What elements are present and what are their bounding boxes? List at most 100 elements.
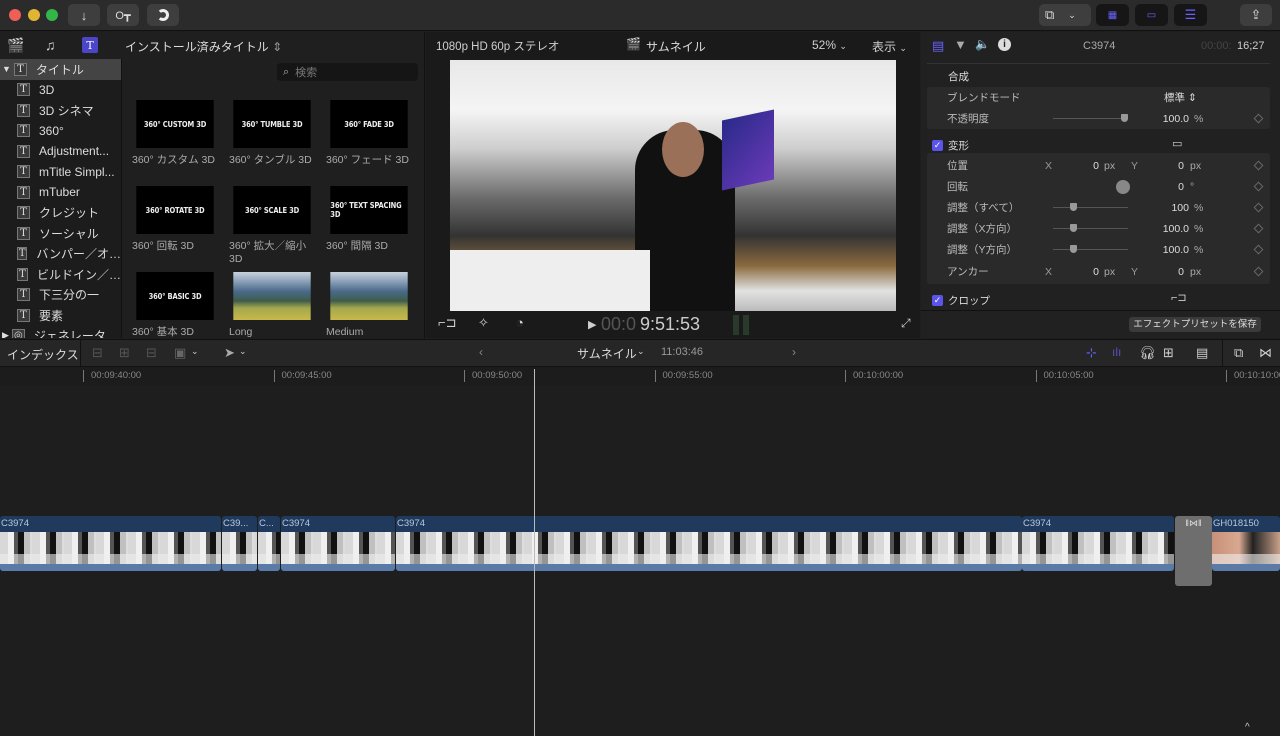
sidebar-item-titles[interactable]: ▼ T タイトル: [0, 59, 121, 80]
video-inspector-icon[interactable]: ▤: [932, 38, 944, 54]
scale-x-value[interactable]: 100.0: [1129, 223, 1189, 235]
keyframe-icon[interactable]: [1253, 244, 1264, 255]
transition-clip[interactable]: ‖⋈‖: [1175, 516, 1212, 586]
chevron-down-icon[interactable]: ⌄: [637, 346, 645, 357]
timeline-index-button[interactable]: インデックス: [7, 346, 79, 363]
crop-onscreen-icon[interactable]: ⌐⊐: [1171, 291, 1187, 304]
title-tile[interactable]: Long: [229, 272, 315, 339]
timeline-clip[interactable]: C3974: [281, 516, 395, 571]
photos-audio-icon[interactable]: ♫: [45, 37, 56, 53]
background-tasks-button[interactable]: [147, 4, 179, 26]
title-category-dropdown[interactable]: インストール済みタイトル ⇕: [125, 38, 282, 55]
checkbox-checked-icon[interactable]: ✓: [932, 295, 943, 306]
scale-all-slider[interactable]: [1053, 203, 1128, 211]
share-button[interactable]: ⇪: [1240, 4, 1272, 26]
opacity-slider[interactable]: [1053, 114, 1128, 122]
sidebar-item[interactable]: T 3D: [0, 80, 121, 101]
blend-mode-select[interactable]: 標準 ⇕: [1164, 90, 1197, 105]
connect-clip-icon[interactable]: ⊟: [92, 345, 103, 361]
libraries-icon[interactable]: 🎬: [7, 37, 24, 54]
sidebar-item[interactable]: T 3D シネマ: [0, 100, 121, 121]
anchor-y-value[interactable]: 0: [1154, 266, 1184, 278]
checkbox-checked-icon[interactable]: ✓: [932, 140, 943, 151]
overwrite-clip-icon[interactable]: ▣: [174, 345, 186, 361]
title-tile[interactable]: 360° SCALE 3D 360° 拡大／縮小 3D: [229, 186, 315, 266]
slider-knob[interactable]: [1070, 224, 1077, 232]
retime-icon[interactable]: ◔: [516, 315, 524, 330]
scale-y-slider[interactable]: [1053, 245, 1128, 253]
title-tile[interactable]: Medium: [326, 272, 412, 339]
playhead[interactable]: [534, 369, 535, 736]
browser-toggle-button[interactable]: ▦: [1096, 4, 1129, 26]
slider-knob[interactable]: [1070, 245, 1077, 253]
sidebar-item[interactable]: TmTuber: [0, 182, 121, 203]
anchor-x-value[interactable]: 0: [1069, 266, 1099, 278]
sidebar-item[interactable]: T 360°: [0, 121, 121, 142]
timeline-area[interactable]: C3974 C39... C... C3974 C3974 C3974 GH018150 ‖…: [0, 385, 1280, 736]
sidebar-item[interactable]: T ソーシャル: [0, 223, 121, 244]
keyframe-icon[interactable]: [1253, 266, 1264, 277]
snapping-icon[interactable]: ⊞: [1163, 345, 1174, 361]
zoom-window-button[interactable]: [46, 9, 58, 21]
scroll-up-icon[interactable]: ^: [1245, 722, 1250, 733]
slider-knob[interactable]: [1070, 203, 1077, 211]
timeline-toggle-button[interactable]: ▭: [1135, 4, 1168, 26]
timeline-clip[interactable]: GH018150: [1212, 516, 1280, 571]
title-tile[interactable]: 360° ROTATE 3D 360° 回転 3D: [132, 186, 218, 253]
clip-appearance-icon[interactable]: ▤: [1196, 345, 1208, 361]
sidebar-item[interactable]: T Adjustment...: [0, 141, 121, 162]
sidebar-item[interactable]: T クレジット: [0, 203, 121, 224]
solo-headphones-icon[interactable]: 🎧︎: [1139, 345, 1156, 361]
fullscreen-icon[interactable]: ⤢: [901, 316, 911, 331]
keywords-button[interactable]: O┳: [107, 4, 139, 26]
transform-toggle[interactable]: ✓ 変形: [932, 138, 969, 153]
insert-clip-icon[interactable]: ⊞: [119, 345, 130, 361]
title-tile[interactable]: 360° TEXT SPACING 3D 360° 間隔 3D: [326, 186, 412, 253]
skimming-icon[interactable]: ⊹: [1086, 345, 1097, 361]
scale-x-slider[interactable]: [1053, 224, 1128, 232]
workspace-button[interactable]: ⧉ ⌄: [1039, 4, 1091, 26]
chevron-down-icon[interactable]: ⌄: [239, 346, 247, 357]
append-clip-icon[interactable]: ⊟: [146, 345, 157, 361]
select-tool-icon[interactable]: ➤: [224, 345, 235, 361]
keyframe-icon[interactable]: [1253, 202, 1264, 213]
sidebar-item[interactable]: T バンパー／オ…: [0, 244, 121, 265]
titles-generators-icon[interactable]: T: [82, 37, 98, 53]
position-x-value[interactable]: 0: [1069, 160, 1099, 172]
audio-inspector-icon[interactable]: 🔈: [975, 37, 990, 51]
view-dropdown[interactable]: 表示 ⌄: [872, 38, 907, 55]
timecode-display[interactable]: 9:51:53: [640, 314, 700, 335]
title-tile[interactable]: 360° CUSTOM 3D 360° カスタム 3D: [132, 100, 218, 167]
crop-toggle[interactable]: ✓ クロップ: [932, 293, 990, 308]
keyframe-icon[interactable]: [1253, 160, 1264, 171]
timeline-ruler[interactable]: 00:09:40:00 00:09:45:00 00:09:50:00 00:09:5…: [0, 367, 1280, 385]
transitions-browser-icon[interactable]: ⋈: [1259, 345, 1272, 361]
chevron-down-icon[interactable]: ⌄: [191, 346, 199, 357]
keyframe-icon[interactable]: [1253, 113, 1264, 124]
search-input[interactable]: ⌕ 検索: [277, 63, 418, 81]
scale-all-value[interactable]: 100: [1129, 202, 1189, 214]
info-inspector-icon[interactable]: i: [998, 38, 1011, 51]
history-back-icon[interactable]: ‹: [479, 345, 483, 359]
timeline-project-name[interactable]: サムネイル: [577, 345, 637, 362]
play-icon[interactable]: ▶: [588, 318, 596, 331]
title-tile[interactable]: 360° TUMBLE 3D 360° タンブル 3D: [229, 100, 315, 167]
rotation-value[interactable]: 0: [1154, 181, 1184, 193]
audio-skimming-icon[interactable]: ılı: [1112, 345, 1121, 359]
rotation-dial[interactable]: [1116, 179, 1130, 194]
timeline-clip[interactable]: C39...: [222, 516, 257, 571]
save-effects-preset-button[interactable]: エフェクトプリセットを保存: [1129, 317, 1261, 332]
minimize-window-button[interactable]: [28, 9, 40, 21]
opacity-value[interactable]: 100.0: [1129, 113, 1189, 125]
timeline-clip[interactable]: C3974: [0, 516, 221, 571]
history-forward-icon[interactable]: ›: [792, 345, 796, 359]
timeline-clip[interactable]: C3974: [396, 516, 1022, 571]
keyframe-icon[interactable]: [1253, 223, 1264, 234]
keyframe-icon[interactable]: [1253, 181, 1264, 192]
sidebar-item[interactable]: T ビルドイン／…: [0, 264, 121, 285]
sidebar-item[interactable]: T 下三分の一: [0, 285, 121, 306]
inspector-toggle-button[interactable]: ☰: [1174, 4, 1207, 26]
slider-knob[interactable]: [1121, 114, 1128, 122]
transform-onscreen-icon[interactable]: ▭: [1172, 137, 1182, 150]
color-inspector-icon[interactable]: ▼: [954, 37, 967, 52]
